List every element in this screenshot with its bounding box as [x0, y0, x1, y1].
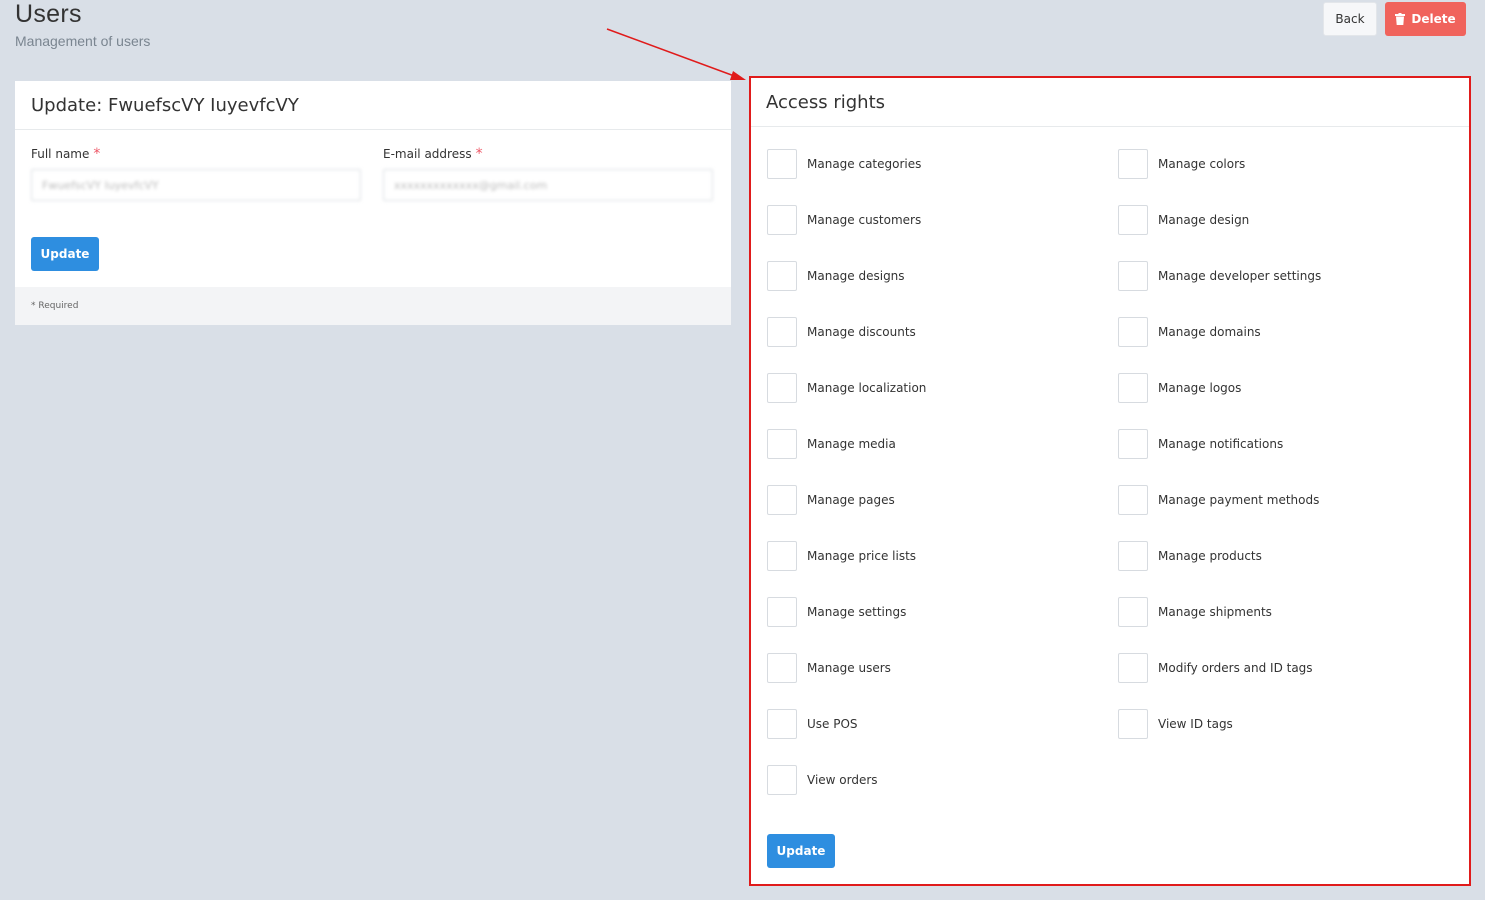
- full-name-label-text: Full name: [31, 147, 90, 161]
- required-star: *: [93, 146, 101, 162]
- access-right-label: Manage media: [807, 437, 896, 451]
- access-right-checkbox[interactable]: [1118, 429, 1148, 459]
- email-group: E-mail address *: [383, 147, 713, 201]
- access-right-label: Manage discounts: [807, 325, 916, 339]
- access-right-label: Manage shipments: [1158, 605, 1272, 619]
- access-right-item[interactable]: Manage categories: [767, 148, 1118, 180]
- access-rights-title: Access rights: [751, 78, 1469, 127]
- access-right-label: Manage domains: [1158, 325, 1261, 339]
- access-right-checkbox[interactable]: [767, 709, 797, 739]
- access-right-checkbox[interactable]: [767, 597, 797, 627]
- access-right-label: View orders: [807, 773, 878, 787]
- access-right-checkbox[interactable]: [767, 149, 797, 179]
- access-right-item[interactable]: Modify orders and ID tags: [1118, 652, 1468, 684]
- access-right-label: Manage payment methods: [1158, 493, 1320, 507]
- access-right-item[interactable]: View orders: [767, 764, 1118, 796]
- access-right-item[interactable]: Manage logos: [1118, 372, 1468, 404]
- email-field[interactable]: [383, 169, 713, 201]
- access-right-label: Manage settings: [807, 605, 907, 619]
- access-right-checkbox[interactable]: [1118, 261, 1148, 291]
- access-right-item[interactable]: Manage media: [767, 428, 1118, 460]
- full-name-label: Full name *: [31, 147, 361, 161]
- access-right-item[interactable]: Manage settings: [767, 596, 1118, 628]
- access-right-item[interactable]: Manage designs: [767, 260, 1118, 292]
- access-right-item[interactable]: Manage design: [1118, 204, 1468, 236]
- access-right-checkbox[interactable]: [767, 205, 797, 235]
- access-right-label: Manage logos: [1158, 381, 1242, 395]
- access-right-checkbox[interactable]: [1118, 149, 1148, 179]
- access-right-checkbox[interactable]: [1118, 205, 1148, 235]
- access-right-label: Manage products: [1158, 549, 1262, 563]
- access-right-checkbox[interactable]: [767, 373, 797, 403]
- update-user-button[interactable]: Update: [31, 237, 99, 271]
- update-panel-title: Update: FwuefscVY IuyevfcVY: [15, 81, 731, 130]
- access-right-checkbox[interactable]: [767, 653, 797, 683]
- access-right-label: Manage design: [1158, 213, 1250, 227]
- delete-button[interactable]: Delete: [1385, 2, 1466, 36]
- access-right-item[interactable]: Manage notifications: [1118, 428, 1468, 460]
- access-right-item[interactable]: Manage developer settings: [1118, 260, 1468, 292]
- access-right-checkbox[interactable]: [767, 317, 797, 347]
- access-right-label: Manage colors: [1158, 157, 1246, 171]
- access-right-item[interactable]: Manage colors: [1118, 148, 1468, 180]
- delete-button-label: Delete: [1411, 12, 1456, 26]
- access-right-label: Manage designs: [807, 269, 905, 283]
- access-right-checkbox[interactable]: [767, 765, 797, 795]
- access-right-item[interactable]: Manage price lists: [767, 540, 1118, 572]
- access-right-item[interactable]: Use POS: [767, 708, 1118, 740]
- access-right-checkbox[interactable]: [1118, 709, 1148, 739]
- access-right-label: View ID tags: [1158, 717, 1233, 731]
- access-right-checkbox[interactable]: [1118, 485, 1148, 515]
- access-right-checkbox[interactable]: [767, 261, 797, 291]
- access-right-checkbox[interactable]: [1118, 653, 1148, 683]
- page-subtitle: Management of users: [15, 33, 151, 49]
- access-right-label: Use POS: [807, 717, 858, 731]
- access-right-item[interactable]: View ID tags: [1118, 708, 1468, 740]
- trash-icon: [1395, 13, 1406, 25]
- access-right-item[interactable]: Manage pages: [767, 484, 1118, 516]
- access-right-label: Manage pages: [807, 493, 895, 507]
- access-right-label: Modify orders and ID tags: [1158, 661, 1313, 675]
- access-right-item[interactable]: Manage discounts: [767, 316, 1118, 348]
- update-user-panel: Update: FwuefscVY IuyevfcVY Full name * …: [15, 81, 731, 325]
- access-right-item[interactable]: Manage shipments: [1118, 596, 1468, 628]
- access-right-checkbox[interactable]: [1118, 317, 1148, 347]
- access-right-item[interactable]: Manage products: [1118, 540, 1468, 572]
- access-right-item[interactable]: Manage payment methods: [1118, 484, 1468, 516]
- full-name-field[interactable]: [31, 169, 361, 201]
- update-rights-button[interactable]: Update: [767, 834, 835, 868]
- access-right-checkbox[interactable]: [1118, 541, 1148, 571]
- access-right-label: Manage notifications: [1158, 437, 1284, 451]
- access-right-checkbox[interactable]: [767, 485, 797, 515]
- access-right-label: Manage localization: [807, 381, 927, 395]
- access-right-item[interactable]: Manage domains: [1118, 316, 1468, 348]
- access-rights-list: Manage categories Manage colors Manage cus…: [767, 148, 1467, 820]
- access-right-checkbox[interactable]: [767, 541, 797, 571]
- access-right-item[interactable]: Manage customers: [767, 204, 1118, 236]
- access-right-checkbox[interactable]: [767, 429, 797, 459]
- access-right-label: Manage categories: [807, 157, 922, 171]
- access-right-checkbox[interactable]: [1118, 373, 1148, 403]
- access-right-item[interactable]: Manage localization: [767, 372, 1118, 404]
- access-right-label: Manage customers: [807, 213, 922, 227]
- access-right-label: Manage users: [807, 661, 891, 675]
- required-note: * Required: [15, 287, 731, 325]
- access-right-label: Manage price lists: [807, 549, 917, 563]
- required-star: *: [475, 146, 483, 162]
- full-name-group: Full name *: [31, 147, 361, 201]
- access-right-checkbox[interactable]: [1118, 597, 1148, 627]
- page-title: Users: [15, 0, 82, 28]
- access-right-item[interactable]: Manage users: [767, 652, 1118, 684]
- email-label: E-mail address *: [383, 147, 713, 161]
- email-label-text: E-mail address: [383, 147, 472, 161]
- access-rights-panel: Access rights Manage categories Manage co…: [751, 78, 1469, 884]
- back-button[interactable]: Back: [1323, 2, 1377, 36]
- access-right-label: Manage developer settings: [1158, 269, 1322, 283]
